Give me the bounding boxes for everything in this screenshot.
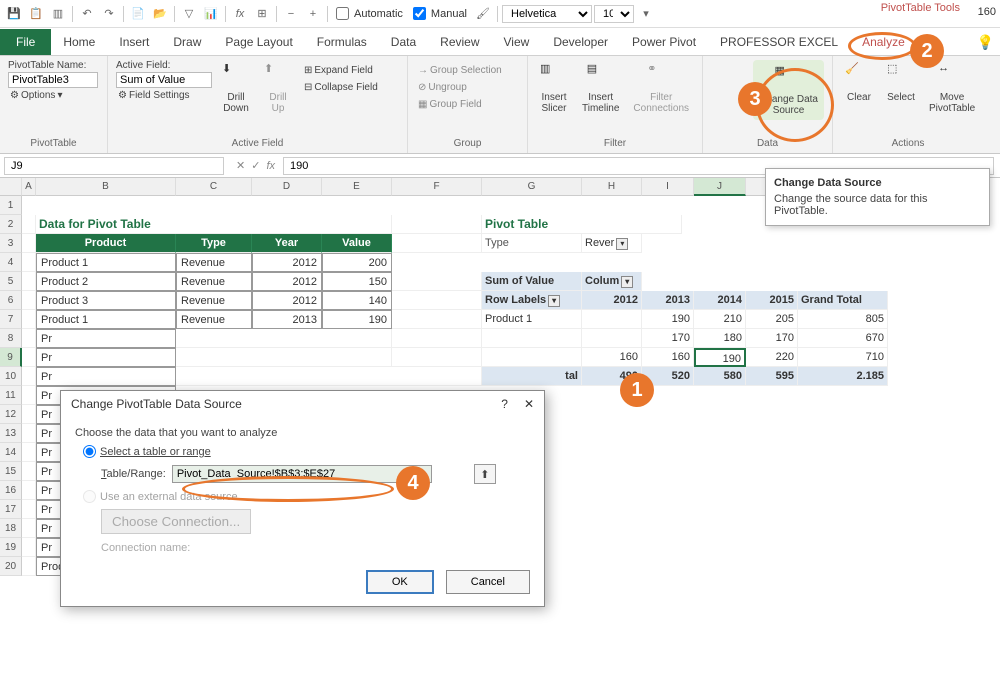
field-settings-button[interactable]: ⚙ Field Settings — [116, 89, 212, 102]
ribbon-tabs: File Home Insert Draw Page Layout Formul… — [0, 28, 1000, 56]
dialog-instruction: Choose the data that you want to analyze — [75, 427, 530, 439]
tab-review[interactable]: Review — [428, 29, 491, 55]
fx-icon[interactable]: fx — [266, 160, 275, 172]
zoom-out-icon[interactable]: − — [281, 4, 301, 24]
tab-draw[interactable]: Draw — [161, 29, 213, 55]
doc-icon[interactable]: ▥ — [48, 4, 68, 24]
tab-formulas[interactable]: Formulas — [305, 29, 379, 55]
brush-icon[interactable]: 🖌 — [473, 4, 493, 24]
undo-icon[interactable]: ↶ — [77, 4, 97, 24]
insert-timeline-button[interactable]: ▤Insert Timeline — [578, 60, 623, 116]
tab-professor-excel[interactable]: PROFESSOR EXCEL — [708, 29, 850, 55]
font-size-dropdown[interactable]: 10 — [594, 5, 634, 23]
corner-value: 160 — [978, 6, 996, 18]
font-dropdown[interactable]: Helvetica — [502, 5, 592, 23]
fx-icon[interactable]: fx — [230, 4, 250, 24]
change-data-source-tooltip: Change Data Source Change the source dat… — [765, 168, 990, 226]
tab-developer[interactable]: Developer — [541, 29, 620, 55]
range-selector-button[interactable]: ⬆ — [474, 464, 496, 484]
choose-connection-button: Choose Connection... — [101, 509, 251, 534]
tab-home[interactable]: Home — [51, 29, 107, 55]
open-icon[interactable]: 📂 — [150, 4, 170, 24]
enter-icon[interactable]: ✓ — [251, 159, 260, 172]
col-labels-dropdown-icon[interactable]: ▾ — [621, 276, 633, 288]
select-all-cell[interactable] — [0, 178, 22, 196]
selected-cell[interactable]: 190 — [694, 348, 746, 367]
close-icon[interactable]: ✕ — [524, 397, 534, 411]
save-icon[interactable]: 💾 — [4, 4, 24, 24]
pt-name-input[interactable] — [8, 72, 98, 88]
tab-insert[interactable]: Insert — [107, 29, 161, 55]
more-icon[interactable]: ▾ — [636, 4, 656, 24]
group-icon[interactable]: ⊞ — [252, 4, 272, 24]
annotation-bubble-3: 3 — [738, 82, 772, 116]
tab-file[interactable]: File — [0, 29, 51, 55]
manual-checkbox[interactable]: Manual — [413, 7, 467, 20]
zoom-in-icon[interactable]: + — [303, 4, 323, 24]
quick-access-toolbar: 💾 📋 ▥ ↶ ↷ 📄 📂 ▽ 📊 fx ⊞ − + Automatic Man… — [0, 0, 1000, 28]
filter-connections-button[interactable]: ⚭Filter Connections — [629, 60, 693, 116]
options-button[interactable]: ⚙ Options ▾ — [8, 89, 99, 102]
dialog-title: Change PivotTable Data Source — [71, 397, 242, 411]
tab-power-pivot[interactable]: Power Pivot — [620, 29, 708, 55]
chart-icon[interactable]: 📊 — [201, 4, 221, 24]
tab-view[interactable]: View — [492, 29, 542, 55]
group-selection-button[interactable]: → Group Selection — [416, 64, 519, 77]
name-box[interactable] — [4, 157, 224, 175]
filter-dropdown-icon[interactable]: ▾ — [616, 238, 628, 250]
clear-button[interactable]: 🧹Clear — [841, 60, 877, 105]
collapse-field-button[interactable]: ⊟ Collapse Field — [302, 81, 380, 94]
table-range-input[interactable] — [172, 465, 432, 483]
active-field-label: Active Field: — [116, 60, 212, 71]
paste-icon[interactable]: 📋 — [26, 4, 46, 24]
cancel-button[interactable]: Cancel — [446, 570, 530, 594]
annotation-bubble-1: 1 — [620, 373, 654, 407]
redo-icon[interactable]: ↷ — [99, 4, 119, 24]
expand-field-button[interactable]: ⊞ Expand Field — [302, 64, 380, 77]
annotation-bubble-2: 2 — [910, 34, 944, 68]
filter-icon[interactable]: ▽ — [179, 4, 199, 24]
drill-up-button[interactable]: ⬆Drill Up — [260, 60, 296, 116]
change-data-source-dialog: Change PivotTable Data Source ? ✕ Choose… — [60, 390, 545, 607]
tell-me-icon[interactable]: 💡 — [977, 34, 994, 51]
drill-down-button[interactable]: ⬇Drill Down — [218, 60, 254, 116]
row-labels-dropdown-icon[interactable]: ▾ — [548, 295, 560, 307]
annotation-bubble-4: 4 — [396, 466, 430, 500]
pivottable-tools-label: PivotTable Tools — [881, 2, 960, 14]
move-pivottable-button[interactable]: ↔Move PivotTable — [925, 60, 979, 116]
insert-slicer-button[interactable]: ▥Insert Slicer — [536, 60, 572, 116]
connection-name-label: Connection name: — [101, 542, 530, 554]
help-icon[interactable]: ? — [501, 397, 508, 411]
cancel-icon[interactable]: ✕ — [236, 159, 245, 172]
ungroup-button[interactable]: ⊘ Ungroup — [416, 81, 519, 94]
active-field-input[interactable] — [116, 72, 212, 88]
table-range-label: Table/Range: — [101, 468, 166, 480]
external-source-radio[interactable]: Use an external data source — [83, 490, 530, 503]
ribbon: PivotTable Name: ⚙ Options ▾ PivotTable … — [0, 56, 1000, 154]
tab-data[interactable]: Data — [379, 29, 428, 55]
automatic-checkbox[interactable]: Automatic — [336, 7, 403, 20]
tab-page-layout[interactable]: Page Layout — [213, 29, 304, 55]
select-table-range-radio[interactable]: Select a table or range — [83, 445, 530, 458]
select-button[interactable]: ⬚Select — [883, 60, 919, 105]
tab-analyze[interactable]: Analyze — [850, 29, 917, 55]
page-icon[interactable]: 📄 — [128, 4, 148, 24]
pt-name-label: PivotTable Name: — [8, 60, 99, 71]
ok-button[interactable]: OK — [366, 570, 434, 594]
group-field-button[interactable]: ▦ Group Field — [416, 98, 519, 111]
